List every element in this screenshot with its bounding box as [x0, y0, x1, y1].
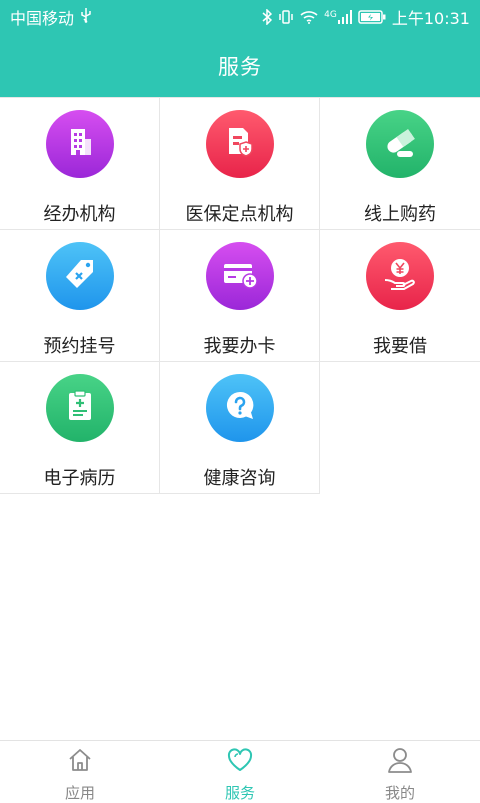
bluetooth-icon [262, 9, 273, 25]
status-bar: 中国移动 4G 上午10:31 [0, 0, 480, 34]
service-icon-circle [205, 110, 274, 178]
pill-capsule-icon [381, 123, 419, 165]
service-icon-circle [45, 374, 114, 442]
nav-item-profile[interactable]: 我的 [320, 741, 480, 803]
service-label: 我要借 [373, 336, 427, 357]
usb-icon [80, 7, 92, 27]
insurance-document-icon [222, 124, 258, 164]
nav-item-services[interactable]: 服务 [160, 741, 320, 803]
nav-item-apps[interactable]: 应用 [0, 741, 160, 803]
service-icon-circle [205, 374, 274, 442]
service-item-buy-medicine[interactable]: 线上购药 [320, 98, 480, 230]
medical-record-icon [63, 388, 97, 428]
service-label: 医保定点机构 [185, 204, 294, 225]
service-label: 线上购药 [364, 204, 436, 225]
network-type: 4G [324, 10, 337, 20]
service-item-insurance-institution[interactable]: 医保定点机构 [160, 98, 320, 230]
service-label: 预约挂号 [43, 336, 116, 357]
service-label: 经办机构 [43, 204, 116, 225]
service-label: 我要办卡 [203, 336, 276, 357]
tag-icon [61, 255, 99, 297]
service-item-agency[interactable]: 经办机构 [0, 98, 160, 230]
service-item-medical-record[interactable]: 电子病历 [0, 362, 160, 494]
page-title: 服务 [218, 54, 262, 79]
service-grid: 经办机构 医保定点机构 线上购药 预约挂号 我要办卡 我要借 电子病历 健康咨询 [0, 97, 480, 494]
status-left: 中国移动 [10, 5, 92, 29]
building-icon [63, 125, 97, 163]
nav-label-services: 服务 [224, 784, 255, 802]
battery-icon [358, 10, 386, 24]
bottom-nav: 应用 服务 我的 [0, 740, 480, 803]
service-label: 电子病历 [43, 468, 116, 489]
status-right: 4G 上午10:31 [262, 5, 470, 29]
service-icon-circle [205, 242, 274, 310]
signal-icon: 4G [324, 10, 352, 24]
user-icon [386, 746, 414, 778]
service-icon-circle [45, 242, 114, 310]
heart-icon [226, 746, 254, 778]
service-item-appointment[interactable]: 预约挂号 [0, 230, 160, 362]
wifi-icon [300, 10, 318, 24]
vibrate-icon [278, 9, 294, 25]
home-icon [66, 746, 94, 778]
card-add-icon [220, 256, 260, 296]
service-icon-circle [366, 110, 434, 178]
carrier-name: 中国移动 [10, 9, 75, 28]
service-icon-circle [45, 110, 114, 178]
hand-yuan-icon [381, 255, 419, 297]
empty-cell [320, 362, 480, 494]
service-item-borrow[interactable]: 我要借 [320, 230, 480, 362]
clock-time: 上午10:31 [391, 9, 470, 28]
nav-label-apps: 应用 [64, 784, 95, 802]
service-label: 健康咨询 [203, 468, 276, 489]
nav-label-profile: 我的 [384, 784, 415, 802]
question-chat-icon [221, 387, 259, 429]
page-header: 服务 [0, 34, 480, 97]
service-icon-circle [366, 242, 434, 310]
service-item-apply-card[interactable]: 我要办卡 [160, 230, 320, 362]
service-item-health-consult[interactable]: 健康咨询 [160, 362, 320, 494]
